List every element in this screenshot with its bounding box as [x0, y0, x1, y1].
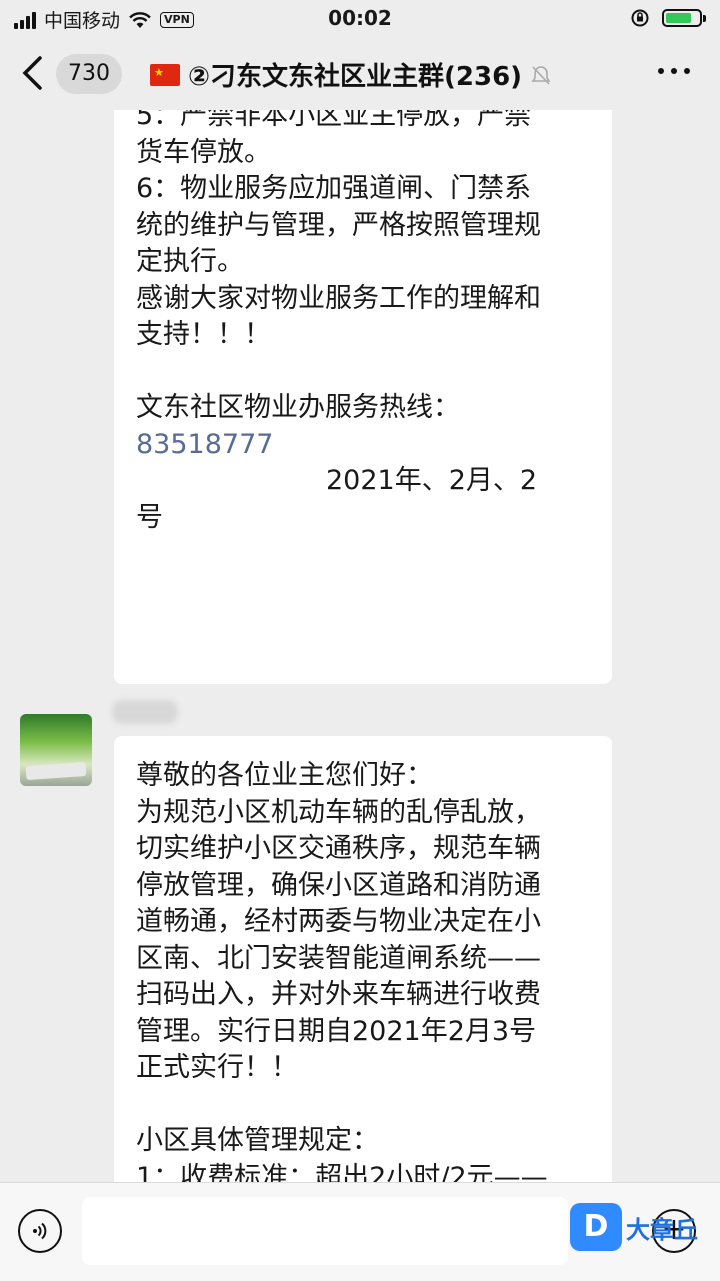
message-line: 5：严禁非本小区业主停放，严禁	[136, 110, 532, 131]
message-line: 6：物业服务应加强道闸、门禁系	[136, 173, 532, 204]
message-line: 小区具体管理规定：	[136, 1125, 379, 1156]
message-line: 统的维护与管理，严格按照管理规	[136, 209, 541, 241]
phone-link[interactable]: 83518777	[136, 427, 590, 464]
message-bubble[interactable]: 5：严禁非本小区业主停放，严禁 货车停放。 6：物业服务应加强道闸、门禁系 统的…	[114, 110, 612, 684]
watermark-d-icon: D	[570, 1203, 622, 1251]
message-line: 感谢大家对物业服务工作的理解和	[136, 282, 541, 314]
chat-title-group[interactable]: ②刁东文东社区业主群(236)	[150, 56, 552, 93]
message-line: 为规范小区机动车辆的乱停乱放，	[136, 796, 541, 828]
message-bubble[interactable]: 尊敬的各位业主您们好： 为规范小区机动车辆的乱停乱放， 切实维护小区交通秩序，规…	[114, 736, 612, 1182]
chat-title: ②刁东文东社区业主群(236)	[188, 62, 523, 92]
input-bar: + D 大章丘	[0, 1182, 720, 1281]
battery-icon	[662, 9, 706, 27]
message-date-line: 2021年、2月、2	[326, 465, 538, 496]
chat-header: 730 ②刁东文东社区业主群(236)	[0, 38, 720, 110]
back-icon[interactable]	[20, 54, 52, 94]
message-line: 扫码出入，并对外来车辆进行收费	[136, 979, 541, 1010]
unread-count-badge[interactable]: 730	[56, 54, 122, 94]
avatar[interactable]	[20, 714, 92, 786]
status-bar: 中国移动 VPN 00:02	[0, 0, 720, 38]
mute-bell-icon	[531, 65, 551, 85]
message-line: 支持！！！	[136, 319, 271, 350]
message-date-line-end: 号	[136, 501, 163, 533]
status-time: 00:02	[328, 6, 392, 30]
message-line: 切实维护小区交通秩序，规范车辆	[136, 833, 541, 864]
rotation-lock-icon	[631, 9, 649, 27]
message-line: 道畅通，经村两委与物业决定在小	[136, 906, 541, 937]
message-line: 定执行。	[136, 246, 244, 277]
sender-name-blurred	[112, 700, 178, 724]
china-flag-icon	[150, 63, 180, 86]
voice-icon[interactable]	[18, 1209, 62, 1253]
message-line: 文东社区物业办服务热线：	[136, 392, 460, 423]
message-line: 正式实行！！	[136, 1052, 298, 1083]
message-line: 尊敬的各位业主您们好：	[136, 760, 433, 791]
more-icon[interactable]	[658, 68, 690, 74]
chat-message-list[interactable]: 5：严禁非本小区业主停放，严禁 货车停放。 6：物业服务应加强道闸、门禁系 统的…	[0, 110, 720, 1182]
message-line: 停放管理，确保小区道路和消防通	[136, 869, 541, 901]
message-input[interactable]	[82, 1197, 568, 1265]
message-line: 区南、北门安装智能道闸系统——	[136, 942, 541, 974]
message-line: 1：收费标准：超出2小时/2元——	[136, 1161, 548, 1183]
watermark-text: 大章丘	[626, 1215, 698, 1244]
watermark-logo: D 大章丘	[570, 1203, 698, 1251]
message-line: 管理。实行日期自2021年2月3号	[136, 1015, 537, 1047]
message-line: 货车停放。	[136, 136, 271, 168]
